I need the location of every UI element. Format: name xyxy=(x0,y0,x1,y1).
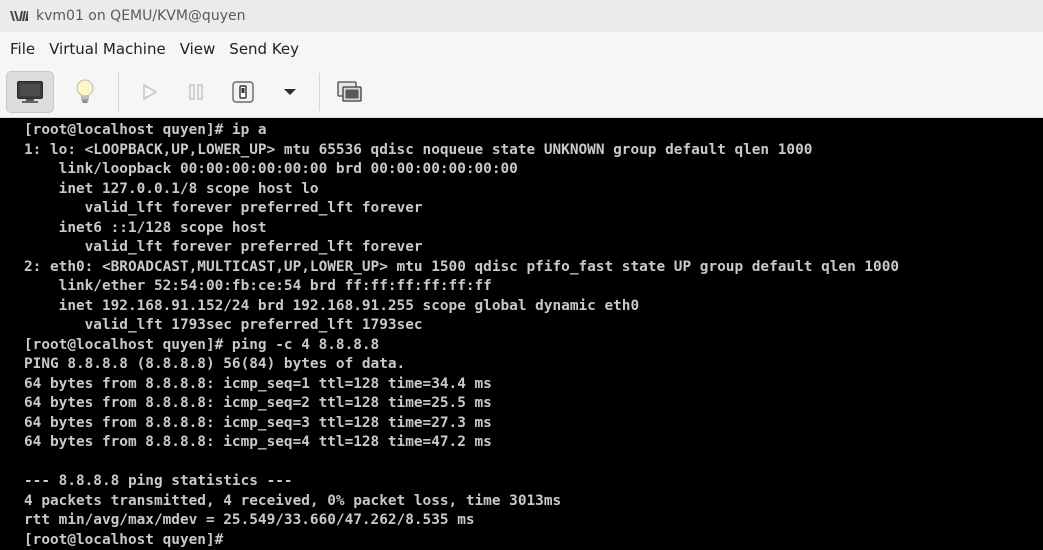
console-line: 64 bytes from 8.8.8.8: icmp_seq=3 ttl=12… xyxy=(24,414,492,431)
power-icon xyxy=(232,80,254,103)
console-line: --- 8.8.8.8 ping statistics --- xyxy=(24,473,293,489)
snapshot-icon xyxy=(337,80,362,102)
shutdown-menu-button[interactable] xyxy=(270,71,310,113)
menu-bar: File Virtual Machine View Send Key xyxy=(0,32,1043,66)
lightbulb-icon xyxy=(76,79,94,103)
toolbar xyxy=(0,66,1043,118)
console-line: 2: eth0: <BROADCAST,MULTICAST,UP,LOWER_U… xyxy=(24,258,900,275)
console-line: [root@localhost quyen]# xyxy=(24,531,224,548)
pause-icon xyxy=(189,83,203,100)
details-view-button[interactable] xyxy=(61,71,109,113)
console-view-button[interactable] xyxy=(6,70,54,113)
pause-button[interactable] xyxy=(176,71,216,113)
console-line: [root@localhost quyen]# ip a xyxy=(24,122,267,138)
console-line: 64 bytes from 8.8.8.8: icmp_seq=4 ttl=12… xyxy=(24,434,492,450)
console-line: 64 bytes from 8.8.8.8: icmp_seq=1 ttl=12… xyxy=(24,375,492,392)
console-line: inet6 ::1/128 scope host xyxy=(24,219,267,236)
console-line: valid_lft forever preferred_lft forever xyxy=(24,200,423,216)
chevron-down-icon xyxy=(284,88,296,95)
console-line: PING 8.8.8.8 (8.8.8.8) 56(84) bytes of d… xyxy=(24,356,406,372)
vm-console-screen[interactable]: [root@localhost quyen]# ip a 1: lo: <LOO… xyxy=(0,118,1043,550)
shutdown-button[interactable] xyxy=(223,71,263,113)
console-output: [root@localhost quyen]# ip a 1: lo: <LOO… xyxy=(0,118,1043,550)
toolbar-separator xyxy=(319,72,320,111)
console-line: valid_lft 1793sec preferred_lft 1793sec xyxy=(24,317,423,333)
snapshots-button[interactable] xyxy=(330,71,370,113)
console-line: link/ether 52:54:00:fb:ce:54 brd ff:ff:f… xyxy=(24,278,492,294)
console-line: inet 127.0.0.1/8 scope host lo xyxy=(24,180,319,197)
console-line: [root@localhost quyen]# ping -c 4 8.8.8.… xyxy=(24,336,380,353)
console-line: 64 bytes from 8.8.8.8: icmp_seq=2 ttl=12… xyxy=(24,395,492,411)
console-line: 4 packets transmitted, 4 received, 0% pa… xyxy=(24,492,562,509)
window-title: kvm01 on QEMU/KVM@quyen xyxy=(36,8,246,24)
console-line: inet 192.168.91.152/24 brd 192.168.91.25… xyxy=(24,297,640,314)
title-bar: kvm01 on QEMU/KVM@quyen xyxy=(0,0,1043,32)
console-line: link/loopback 00:00:00:00:00:00 brd 00:0… xyxy=(24,161,518,177)
play-icon xyxy=(143,83,158,100)
menu-view[interactable]: View xyxy=(174,40,222,58)
run-button[interactable] xyxy=(129,71,169,113)
console-line: valid_lft forever preferred_lft forever xyxy=(24,239,423,255)
menu-file[interactable]: File xyxy=(4,40,41,58)
menu-send-key[interactable]: Send Key xyxy=(223,40,305,58)
toolbar-separator xyxy=(118,72,119,111)
virt-manager-app-icon xyxy=(10,11,28,21)
console-line: 1: lo: <LOOPBACK,UP,LOWER_UP> mtu 65536 … xyxy=(24,141,813,158)
menu-virtual-machine[interactable]: Virtual Machine xyxy=(43,40,172,58)
monitor-icon xyxy=(17,80,43,103)
console-line: rtt min/avg/max/mdev = 25.549/33.660/47.… xyxy=(24,512,475,528)
